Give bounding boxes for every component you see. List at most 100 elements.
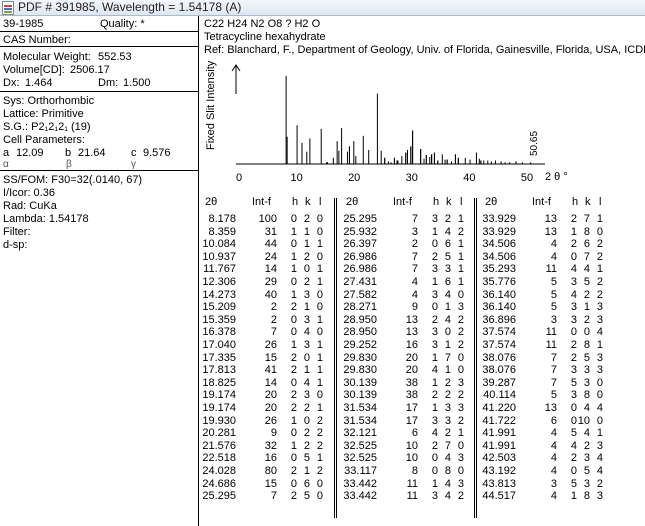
peak-row: 31.534 17 1 3 3: [341, 402, 476, 415]
h-cell: 3: [431, 288, 438, 301]
peaks-table: 2θ Int-f h k l 8.178 100 0 2 0 8.359 31 1 1 0 10.084 44 0…: [200, 190, 645, 526]
peak-row: 18.825 14 0 4 1: [200, 376, 335, 390]
two-theta-cell: 38.076: [482, 351, 516, 364]
k-cell: 2: [444, 389, 451, 402]
peak-row: 39.287 7 5 3 0: [480, 377, 615, 390]
h-cell: 3: [431, 414, 438, 427]
title-bar: PDF # 391985, Wavelength = 1.54178 (A): [0, 0, 645, 16]
k-cell: 6: [583, 238, 590, 251]
two-theta-cell: 10.937: [202, 250, 236, 263]
peak-row: 31.534 17 3 3 2: [341, 414, 476, 428]
l-cell: 4: [596, 452, 603, 465]
h-cell: 2: [570, 213, 577, 225]
k-cell: 1: [303, 238, 310, 251]
l-cell: 2: [457, 490, 464, 503]
h-cell: 2: [431, 439, 438, 452]
intensity-cell: 20: [264, 402, 277, 414]
intensity-cell: 13: [544, 402, 557, 414]
l-cell: 0: [316, 301, 323, 314]
column-header-two-theta: 2θ: [346, 196, 359, 208]
l-cell: 1: [316, 339, 323, 351]
two-theta-cell: 15.359: [202, 313, 236, 326]
intensity-cell: 15: [264, 477, 277, 490]
l-cell: 2: [316, 427, 323, 440]
k-cell: 8: [583, 225, 590, 238]
column-header-l: l: [460, 196, 463, 208]
intensity-cell: 9: [411, 301, 418, 314]
h-cell: 0: [290, 326, 297, 339]
k-cell: 2: [303, 213, 310, 225]
two-theta-cell: 25.295: [343, 213, 377, 225]
two-theta-cell: 36.140: [482, 288, 516, 301]
k-cell: 3: [303, 288, 310, 301]
peak-row: 44.517 4 1 8 3: [480, 491, 615, 503]
dx-value: 1.464: [25, 77, 53, 89]
h-cell: 2: [290, 351, 297, 364]
k-cell: 1: [303, 225, 310, 238]
l-cell: 0: [457, 288, 464, 301]
peak-row: 41.991 4 4 2 3: [480, 439, 615, 453]
h-cell: 0: [570, 414, 577, 427]
k-cell: 2: [303, 250, 310, 263]
h-cell: 0: [290, 238, 297, 251]
h-cell: 0: [570, 402, 577, 414]
k-cell: 7: [583, 213, 590, 225]
h-cell: 0: [290, 427, 297, 440]
two-theta-cell: 17.335: [202, 351, 236, 364]
column-separator: [476, 198, 477, 518]
peak-row: 30.139 38 2 2 2: [341, 390, 476, 402]
peak-row: 35.293 11 4 4 1: [480, 264, 615, 276]
l-cell: 2: [596, 288, 603, 301]
k-cell: 10: [577, 414, 590, 427]
column-header-h: h: [572, 196, 579, 208]
l-cell: 0: [596, 389, 603, 402]
crystal-section: Sys: Orthorhombic Lattice: Primitive S.G…: [0, 92, 199, 171]
intensity-cell: 20: [405, 351, 418, 364]
volume-label: Volume[CD]:: [3, 64, 65, 76]
intensity-cell: 2: [270, 301, 277, 314]
h-cell: 0: [290, 213, 297, 225]
l-cell: 3: [457, 402, 464, 414]
l-cell: 0: [316, 477, 323, 490]
intensity-cell: 13: [544, 225, 557, 238]
intensity-cell: 13: [405, 326, 418, 339]
lattice-type: Lattice: Primitive: [3, 108, 84, 120]
intensity-cell: 3: [411, 225, 418, 238]
peak-row: 24.686 15 0 6 0: [200, 477, 335, 491]
intensity-cell: 14: [264, 376, 277, 389]
intensity-cell: 26: [264, 339, 277, 351]
h-cell: 0: [570, 250, 577, 263]
l-cell: 0: [457, 364, 464, 377]
k-cell: 5: [583, 351, 590, 364]
two-theta-cell: 27.582: [343, 288, 377, 301]
l-cell: 2: [316, 414, 323, 427]
h-cell: 3: [431, 213, 438, 225]
intensity-cell: 11: [545, 263, 557, 276]
h-cell: 0: [570, 465, 577, 477]
h-cell: 4: [570, 439, 577, 452]
h-cell: 5: [570, 477, 577, 490]
intensity-cell: 6: [411, 427, 418, 440]
intensity-cell: 7: [550, 351, 557, 364]
chemical-formula: C22 H24 N2 O8 ? H2 O: [204, 18, 321, 30]
k-cell: 1: [444, 339, 451, 351]
l-cell: 2: [596, 276, 603, 288]
l-cell: 1: [596, 213, 603, 225]
k-cell: 1: [583, 301, 590, 314]
cell-c-label: c: [131, 147, 137, 159]
two-theta-cell: 44.517: [482, 490, 516, 503]
peak-row: 41.991 4 5 4 1: [480, 428, 615, 440]
l-cell: 3: [596, 490, 603, 503]
cell-c-value: 9.576: [143, 147, 171, 159]
k-cell: 4: [303, 326, 310, 339]
l-cell: 3: [457, 477, 464, 490]
k-cell: 3: [444, 414, 451, 427]
k-cell: 4: [444, 477, 451, 490]
intensity-cell: 31: [264, 225, 277, 238]
two-theta-cell: 33.442: [343, 490, 377, 503]
h-cell: 2: [431, 313, 438, 326]
l-cell: 1: [457, 250, 464, 263]
l-cell: 3: [596, 351, 603, 364]
two-theta-cell: 29.252: [343, 339, 377, 351]
peak-row: 15.359 2 0 3 1: [200, 313, 335, 327]
